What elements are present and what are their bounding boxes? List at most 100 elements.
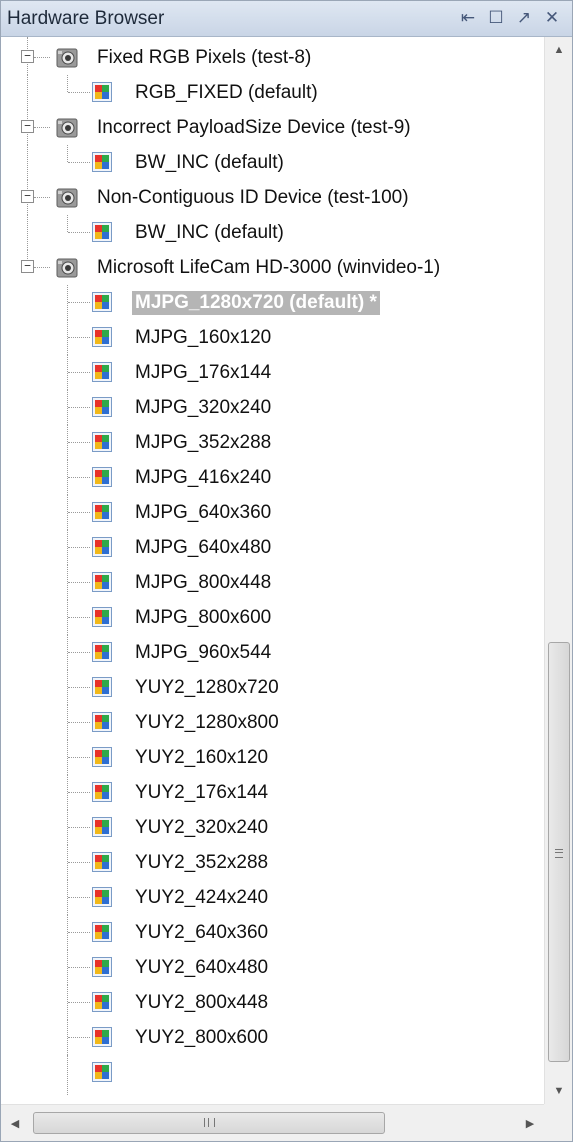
tree-connector-line	[27, 145, 28, 180]
horizontal-scrollbar[interactable]: ◀ ▶	[1, 1104, 544, 1141]
video-format-icon	[92, 362, 112, 382]
tree-format-node[interactable]: YUY2_424x240	[1, 880, 544, 915]
format-label: YUY2_640x360	[135, 922, 269, 943]
tree-connector-line	[68, 372, 90, 373]
tree-format-node[interactable]: MJPG_960x544	[1, 635, 544, 670]
tree-connector-line	[68, 687, 90, 688]
video-format-icon	[92, 782, 112, 802]
tree-connector-line	[68, 302, 90, 303]
format-label: MJPG_160x120	[135, 327, 272, 348]
camera-icon	[56, 188, 78, 208]
format-label: YUY2_352x288	[135, 852, 269, 873]
camera-icon	[56, 118, 78, 138]
tree-connector-line	[68, 1002, 90, 1003]
device-label: Non-Contiguous ID Device (test-100)	[97, 187, 409, 208]
format-label: MJPG_320x240	[135, 397, 272, 418]
scroll-up-arrow[interactable]: ▲	[545, 37, 572, 63]
format-label: MJPG_176x144	[135, 362, 272, 383]
tree-format-node[interactable]: MJPG_800x448	[1, 565, 544, 600]
format-label: MJPG_800x448	[135, 572, 272, 593]
video-format-icon	[92, 642, 112, 662]
tree-connector-line	[68, 162, 90, 163]
scroll-down-arrow[interactable]: ▼	[545, 1078, 572, 1104]
tree-connector-line	[68, 337, 90, 338]
tree-format-node[interactable]: YUY2_176x144	[1, 775, 544, 810]
close-button[interactable]: ✕	[540, 7, 564, 29]
collapse-toggle-icon[interactable]: −	[21, 190, 34, 203]
tree-connector-line	[34, 127, 50, 128]
float-button[interactable]: ↗	[512, 7, 536, 29]
tree-format-node[interactable]: BW_INC (default)	[1, 215, 544, 250]
vertical-scrollbar[interactable]: ▲ ▼	[544, 37, 572, 1104]
tree-device-node[interactable]: − Microsoft LifeCam HD-3000 (winvideo-1)	[1, 250, 544, 285]
tree-format-node[interactable]: YUY2_640x480	[1, 950, 544, 985]
tree-device-node[interactable]: − Fixed RGB Pixels (test-8)	[1, 40, 544, 75]
vertical-scroll-thumb[interactable]	[548, 642, 570, 1062]
tree-connector-line	[68, 827, 90, 828]
video-format-icon	[92, 747, 112, 767]
tree-device-node[interactable]: − Non-Contiguous ID Device (test-100)	[1, 180, 544, 215]
tree-format-node[interactable]: MJPG_320x240	[1, 390, 544, 425]
panel-title: Hardware Browser	[7, 8, 165, 29]
horizontal-scroll-thumb[interactable]	[33, 1112, 385, 1134]
tree-format-node[interactable]: BW_INC (default)	[1, 145, 544, 180]
collapse-toggle-icon[interactable]: −	[21, 260, 34, 273]
tree-format-node[interactable]: YUY2_160x120	[1, 740, 544, 775]
collapse-toggle-icon[interactable]: −	[21, 120, 34, 133]
tree-format-node[interactable]: RGB_FIXED (default)	[1, 75, 544, 110]
scrollbar-corner	[544, 1104, 572, 1141]
auto-hide-button[interactable]: ⇤	[456, 7, 480, 29]
tree-format-node[interactable]: MJPG_352x288	[1, 425, 544, 460]
format-label: MJPG_640x480	[135, 537, 272, 558]
video-format-icon	[92, 957, 112, 977]
maximize-button[interactable]: ☐	[484, 7, 508, 29]
format-label: YUY2_160x120	[135, 747, 269, 768]
tree-format-node[interactable]: YUY2_800x600	[1, 1020, 544, 1055]
tree-format-node[interactable]: YUY2_352x288	[1, 845, 544, 880]
tree-connector-line	[68, 477, 90, 478]
tree-connector-line	[67, 145, 68, 162]
format-label: YUY2_1280x720	[135, 677, 279, 698]
tree-format-node[interactable]: MJPG_800x600	[1, 600, 544, 635]
tree-connector-line	[68, 442, 90, 443]
format-label: YUY2_320x240	[135, 817, 269, 838]
video-format-icon	[92, 467, 112, 487]
scroll-left-arrow[interactable]: ◀	[1, 1105, 29, 1141]
video-format-icon	[92, 82, 112, 102]
collapse-toggle-icon[interactable]: −	[21, 50, 34, 63]
scroll-right-arrow[interactable]: ▶	[516, 1105, 544, 1141]
camera-icon	[56, 258, 78, 278]
tree-connector-line	[67, 215, 68, 232]
tree-format-node[interactable]: YUY2_1280x800	[1, 705, 544, 740]
tree-device-node[interactable]: − Incorrect PayloadSize Device (test-9)	[1, 110, 544, 145]
format-label: YUY2_424x240	[135, 887, 269, 908]
tree-format-node[interactable]: MJPG_640x360	[1, 495, 544, 530]
format-label: MJPG_960x544	[135, 642, 272, 663]
tree-connector-line	[34, 197, 50, 198]
tree-format-node[interactable]: MJPG_176x144	[1, 355, 544, 390]
tree-connector-line	[68, 967, 90, 968]
tree-format-node[interactable]: YUY2_1280x720	[1, 670, 544, 705]
tree-connector-line	[68, 547, 90, 548]
tree-format-node[interactable]: YUY2_320x240	[1, 810, 544, 845]
tree-format-node[interactable]: MJPG_640x480	[1, 530, 544, 565]
tree-connector-line	[68, 512, 90, 513]
video-format-icon	[92, 1027, 112, 1047]
tree-format-node[interactable]: MJPG_160x120	[1, 320, 544, 355]
device-label: Incorrect PayloadSize Device (test-9)	[97, 117, 411, 138]
format-label: BW_INC (default)	[135, 152, 284, 173]
tree-format-node[interactable]: YUY2_640x360	[1, 915, 544, 950]
tree-format-node[interactable]: MJPG_1280x720 (default) *	[1, 285, 544, 320]
tree-format-node[interactable]: MJPG_416x240	[1, 460, 544, 495]
hardware-tree[interactable]: − Fixed RGB Pixels (test-8) RGB_FIXED (def…	[1, 37, 544, 1104]
tree-format-node[interactable]: YUY2_800x448	[1, 985, 544, 1020]
video-format-icon	[92, 922, 112, 942]
panel-titlebar: Hardware Browser ⇤ ☐ ↗ ✕	[1, 1, 572, 37]
device-label: Microsoft LifeCam HD-3000 (winvideo-1)	[97, 257, 441, 278]
format-label: BW_INC (default)	[135, 222, 284, 243]
tree-connector-line	[27, 75, 28, 110]
video-format-icon	[92, 432, 112, 452]
video-format-icon	[92, 677, 112, 697]
format-label: YUY2_176x144	[135, 782, 269, 803]
tree-connector-line	[68, 617, 90, 618]
